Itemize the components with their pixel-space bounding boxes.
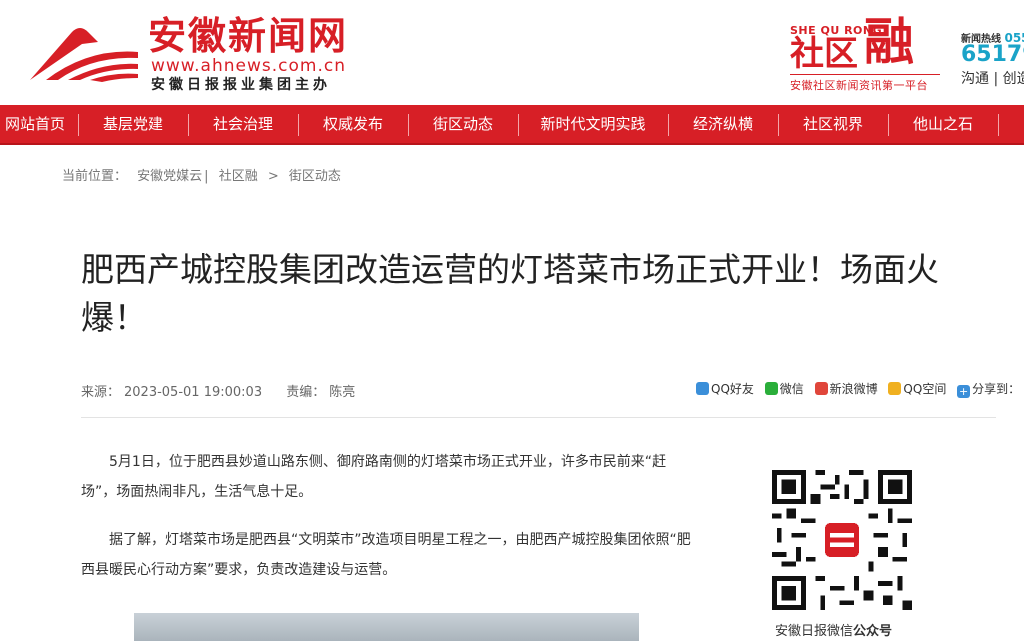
channel-name[interactable]: 社区 bbox=[790, 36, 858, 72]
nav-item-social-governance[interactable]: 社会治理 bbox=[188, 105, 298, 143]
editor-label: 责编： bbox=[286, 385, 326, 400]
share-wechat[interactable]: 微信 bbox=[764, 380, 804, 398]
channel-underline bbox=[790, 74, 940, 75]
ahnews-logo-icon[interactable] bbox=[28, 22, 140, 84]
logo-subtitle: 安徽日报报业集团主办 bbox=[151, 77, 331, 93]
meta-divider bbox=[81, 417, 996, 418]
breadcrumb-label: 当前位置： bbox=[62, 169, 128, 184]
channel-name-rong[interactable]: 融 bbox=[864, 12, 914, 72]
qr-caption-text: 安徽日报微信 bbox=[775, 624, 854, 639]
wechat-icon bbox=[764, 382, 778, 395]
share-qzone-label: QQ空间 bbox=[903, 382, 947, 396]
site-header: 安徽新闻网 www.ahnews.com.cn 安徽日报报业集团主办 SHE Q… bbox=[0, 0, 1024, 105]
breadcrumb-separator: > bbox=[267, 169, 279, 184]
share-more-label: 分享到： bbox=[972, 382, 1021, 396]
logo-url: www.ahnews.com.cn bbox=[151, 56, 346, 76]
hotline-number: 65179 bbox=[961, 42, 1024, 67]
qr-caption-bold: 公众号 bbox=[853, 624, 893, 639]
breadcrumb-separator: | bbox=[204, 169, 209, 184]
share-weibo[interactable]: 新浪微博 bbox=[814, 380, 878, 398]
share-more[interactable]: + 分享到： bbox=[957, 380, 1020, 398]
share-qq-friend[interactable]: QQ好友 bbox=[696, 380, 754, 398]
nav-item-economy[interactable]: 经济纵横 bbox=[668, 105, 778, 143]
article-paragraph: 据了解，灯塔菜市场是肥西县“文明菜市”改造项目明星工程之一，由肥西产城控股集团依… bbox=[81, 532, 691, 578]
wechat-qr-code bbox=[772, 470, 912, 610]
hotline-subtitle: 沟通 | 创造 bbox=[961, 71, 1024, 87]
publish-datetime: 2023-05-01 19:00:03 bbox=[124, 385, 263, 400]
source-label: 来源： bbox=[81, 385, 121, 400]
article-image bbox=[134, 613, 639, 641]
breadcrumb-link-street-news[interactable]: 街区动态 bbox=[289, 169, 341, 184]
breadcrumb-link-dangmeiyun[interactable]: 安徽党媒云 bbox=[137, 169, 202, 184]
share-weibo-label: 新浪微博 bbox=[829, 382, 878, 396]
main-nav: 网站首页 基层党建 社会治理 权威发布 街区动态 新时代文明实践 经济纵横 社区… bbox=[0, 105, 1024, 145]
article-paragraph: 5月1日，位于肥西县妙道山路东侧、御府路南侧的灯塔菜市场正式开业，许多市民前来“… bbox=[81, 454, 667, 500]
article-meta: 来源： 2023-05-01 19:00:03 责编： 陈亮 bbox=[81, 384, 375, 402]
qzone-icon bbox=[888, 382, 902, 395]
editor-name: 陈亮 bbox=[329, 385, 356, 400]
share-qzone[interactable]: QQ空间 bbox=[888, 380, 946, 398]
qq-icon bbox=[696, 382, 709, 395]
qr-caption: 安徽日报微信公众号 bbox=[775, 620, 892, 639]
nav-item-other-mountains[interactable]: 他山之石 bbox=[888, 105, 998, 143]
nav-item-official-release[interactable]: 权威发布 bbox=[298, 105, 408, 143]
plus-icon: + bbox=[957, 385, 971, 398]
nav-item-party-building[interactable]: 基层党建 bbox=[78, 105, 188, 143]
share-bar: QQ好友 微信 新浪微博 QQ空间 + 分享到： bbox=[696, 380, 1024, 398]
nav-item-home[interactable]: 网站首页 bbox=[0, 105, 78, 143]
channel-tagline: 安徽社区新闻资讯第一平台 bbox=[790, 79, 928, 92]
nav-separator bbox=[998, 114, 999, 136]
nav-item-civilization-practice[interactable]: 新时代文明实践 bbox=[518, 105, 668, 143]
weibo-icon bbox=[814, 382, 828, 395]
share-wechat-label: 微信 bbox=[779, 382, 804, 396]
breadcrumb-link-shequrong[interactable]: 社区融 bbox=[219, 169, 258, 184]
article-title: 肥西产城控股集团改造运营的灯塔菜市场正式开业！场面火爆！ bbox=[81, 250, 939, 337]
breadcrumb: 当前位置： 安徽党媒云 | 社区融 > 街区动态 bbox=[62, 168, 341, 186]
nav-item-street-news[interactable]: 街区动态 bbox=[408, 105, 518, 143]
logo-title[interactable]: 安徽新闻网 bbox=[148, 14, 348, 58]
share-qq-label: QQ好友 bbox=[711, 382, 754, 396]
nav-item-community-view[interactable]: 社区视界 bbox=[778, 105, 888, 143]
